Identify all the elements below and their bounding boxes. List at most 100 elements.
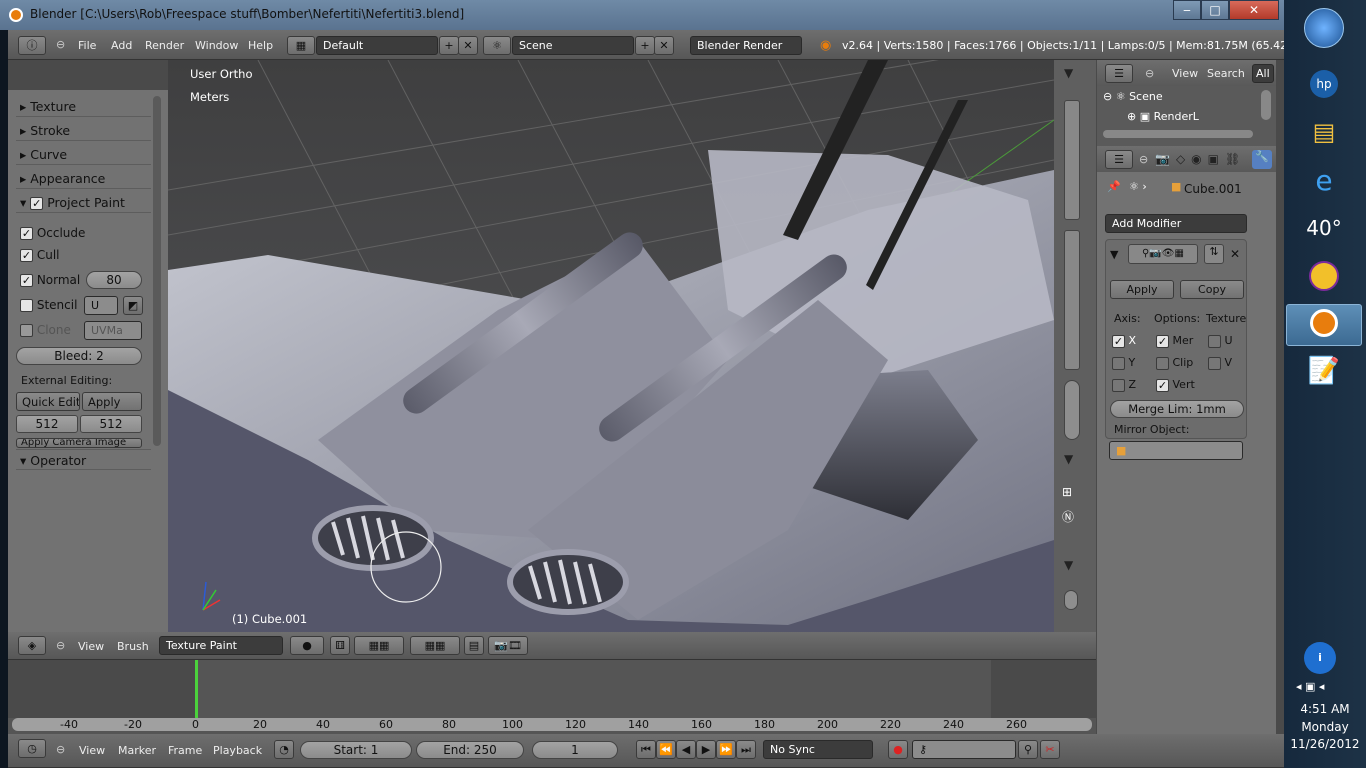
menu-file[interactable]: File bbox=[78, 39, 96, 52]
collapse-icon[interactable]: ⊖ bbox=[56, 38, 65, 51]
close-button[interactable]: ✕ bbox=[1229, 0, 1279, 20]
layers-grid-1[interactable]: ▦▦ bbox=[354, 636, 404, 655]
image-size-y[interactable]: 512 bbox=[80, 415, 142, 433]
modifier-copy-button[interactable]: Copy bbox=[1180, 280, 1244, 299]
menu-window[interactable]: Window bbox=[195, 39, 238, 52]
add-modifier-select[interactable]: Add Modifier bbox=[1105, 214, 1247, 233]
outliner-scene-row[interactable]: ⊖ ⚛ Scene bbox=[1103, 90, 1253, 103]
menu-render[interactable]: Render bbox=[145, 39, 184, 52]
prev-keyframe-icon[interactable]: ⏪ bbox=[656, 740, 676, 759]
modifier-expand-icon[interactable]: ▼ bbox=[1110, 248, 1118, 261]
merge-limit-value[interactable]: Merge Lim: 1mm bbox=[1110, 400, 1244, 418]
panel-project-paint[interactable]: ▾ ✓ Project Paint bbox=[16, 192, 151, 213]
viewport-collapse-icon[interactable]: ⊖ bbox=[56, 639, 65, 652]
axis-x-option[interactable]: ✓ X bbox=[1112, 334, 1136, 348]
yahoo-messenger-icon[interactable] bbox=[1286, 256, 1362, 298]
lock-layers-icon[interactable]: ▤ bbox=[464, 636, 484, 655]
texture-v-option[interactable]: V bbox=[1208, 356, 1232, 370]
sync-select[interactable]: No Sync bbox=[763, 740, 873, 759]
start-frame-field[interactable]: Start: 1 bbox=[300, 741, 412, 759]
outliner-editor-icon[interactable]: ☰ bbox=[1105, 64, 1133, 83]
add-scene-icon[interactable]: + bbox=[635, 36, 655, 55]
play-icon[interactable]: ▶ bbox=[696, 740, 716, 759]
play-reverse-icon[interactable]: ◀ bbox=[676, 740, 696, 759]
menu-add[interactable]: Add bbox=[111, 39, 132, 52]
maximize-button[interactable]: □ bbox=[1201, 0, 1229, 20]
weather-gadget[interactable]: 40° bbox=[1286, 208, 1362, 250]
render-engine-select[interactable]: Blender Render bbox=[690, 36, 802, 55]
modifier-visibility-icons[interactable]: ⚲📷👁▦ bbox=[1128, 244, 1198, 264]
viewport-brush-menu[interactable]: Brush bbox=[117, 640, 149, 653]
viewport-view-menu[interactable]: View bbox=[78, 640, 104, 653]
occlude-option[interactable]: ✓ Occlude bbox=[20, 226, 85, 240]
viewport-editor-icon[interactable]: ◈ bbox=[18, 636, 46, 655]
minimize-button[interactable]: ‒ bbox=[1173, 0, 1201, 20]
modifier-tab-wrench-icon[interactable]: 🔧 bbox=[1252, 150, 1272, 169]
outliner-search-menu[interactable]: Search bbox=[1207, 67, 1245, 80]
modifier-remove-icon[interactable]: ✕ bbox=[1230, 247, 1240, 261]
viewport-shading-icon[interactable]: ● bbox=[290, 636, 324, 655]
stencil-layer-select[interactable]: U bbox=[84, 296, 118, 315]
normal-option[interactable]: ✓ Normal bbox=[20, 273, 80, 287]
outliner-hscroll[interactable] bbox=[1103, 130, 1253, 138]
clip-option[interactable]: Clip bbox=[1156, 356, 1193, 370]
toolbar-collapse-icon-2[interactable]: ▼ bbox=[1064, 452, 1073, 466]
mirror-object-field[interactable]: ■ bbox=[1109, 441, 1243, 460]
scene-icon[interactable]: ⚛ bbox=[483, 36, 511, 55]
layers-grid-2[interactable]: ▦▦ bbox=[410, 636, 460, 655]
stencil-image-icon[interactable]: ◩ bbox=[123, 296, 143, 315]
info-tray-icon[interactable]: i bbox=[1304, 642, 1336, 674]
image-size-x[interactable]: 512 bbox=[16, 415, 78, 433]
layer-buttons-group-2[interactable] bbox=[1064, 230, 1080, 370]
scene-add-icon[interactable]: ⊞ bbox=[1062, 485, 1072, 499]
delete-keyframe-icon[interactable]: ✂ bbox=[1040, 740, 1060, 759]
clone-layer-select[interactable]: UVMa bbox=[84, 321, 142, 340]
jump-start-icon[interactable]: ⏮ bbox=[636, 740, 656, 759]
properties-collapse-icon[interactable]: ⊖ bbox=[1139, 153, 1148, 166]
end-frame-field[interactable]: End: 250 bbox=[416, 741, 524, 759]
hp-app-icon[interactable]: hp bbox=[1286, 64, 1362, 106]
blender-taskbar-button[interactable] bbox=[1286, 304, 1362, 346]
clock-day[interactable]: Monday bbox=[1284, 720, 1366, 734]
panel-texture[interactable]: ▸ Texture bbox=[16, 96, 151, 117]
tool-shelf-scrollbar[interactable] bbox=[153, 96, 161, 446]
panel-operator[interactable]: ▾ Operator bbox=[16, 449, 151, 470]
remove-layout-icon[interactable]: ✕ bbox=[458, 36, 478, 55]
jump-end-icon[interactable]: ⏭ bbox=[736, 740, 756, 759]
properties-context-tabs[interactable]: 📷◇◉▣⛓ bbox=[1155, 152, 1246, 166]
clock-time[interactable]: 4:51 AM bbox=[1284, 702, 1366, 716]
vert-option[interactable]: ✓ Vert bbox=[1156, 378, 1195, 392]
mode-select[interactable]: Texture Paint bbox=[159, 636, 283, 655]
timeline-frame-menu[interactable]: Frame bbox=[168, 744, 202, 757]
outliner-collapse-icon[interactable]: ⊖ bbox=[1145, 67, 1154, 80]
next-keyframe-icon[interactable]: ⏩ bbox=[716, 740, 736, 759]
file-explorer-icon[interactable]: ▤ bbox=[1286, 112, 1362, 154]
clone-checkbox[interactable] bbox=[20, 324, 33, 337]
stencil-checkbox[interactable] bbox=[20, 299, 33, 312]
auto-keying-icon[interactable]: ● bbox=[888, 740, 908, 759]
modifier-apply-button[interactable]: Apply bbox=[1110, 280, 1174, 299]
outliner-display-select[interactable]: All bbox=[1252, 64, 1274, 83]
start-button-windows-icon[interactable] bbox=[1304, 8, 1344, 48]
stencil-option[interactable]: Stencil bbox=[20, 298, 77, 312]
clone-option[interactable]: Clone bbox=[20, 323, 71, 337]
merge-option[interactable]: ✓ Mer bbox=[1156, 334, 1193, 348]
keying-set-field[interactable]: ⚷ bbox=[912, 740, 1016, 759]
timeline-ruler[interactable]: -40 -20 0 20 40 60 80 100 120 140 160 18… bbox=[12, 718, 1092, 731]
normalize-icon[interactable]: Ⓝ bbox=[1062, 508, 1074, 525]
clock-date[interactable]: 11/26/2012 bbox=[1284, 737, 1366, 751]
current-frame-marker[interactable] bbox=[195, 660, 198, 718]
quick-edit-button[interactable]: Quick Edit bbox=[16, 392, 80, 411]
apply-external-button[interactable]: Apply bbox=[82, 392, 142, 411]
layout-field[interactable]: Default bbox=[316, 36, 438, 55]
notepad-icon[interactable]: 📝 bbox=[1286, 352, 1362, 394]
menu-help[interactable]: Help bbox=[248, 39, 273, 52]
apply-camera-image-button[interactable]: Apply Camera Image bbox=[16, 438, 142, 448]
outliner-renderlayer-row[interactable]: ⊕ ▣ RenderL bbox=[1127, 110, 1199, 123]
normal-value[interactable]: 80 bbox=[86, 271, 142, 289]
screen-layout-icon[interactable]: ▦ bbox=[287, 36, 315, 55]
pin-icon[interactable]: 📌 bbox=[1107, 180, 1121, 193]
toolbar-scroll-handle[interactable] bbox=[1064, 590, 1078, 610]
remove-scene-icon[interactable]: ✕ bbox=[654, 36, 674, 55]
bleed-value[interactable]: Bleed: 2 bbox=[16, 347, 142, 365]
